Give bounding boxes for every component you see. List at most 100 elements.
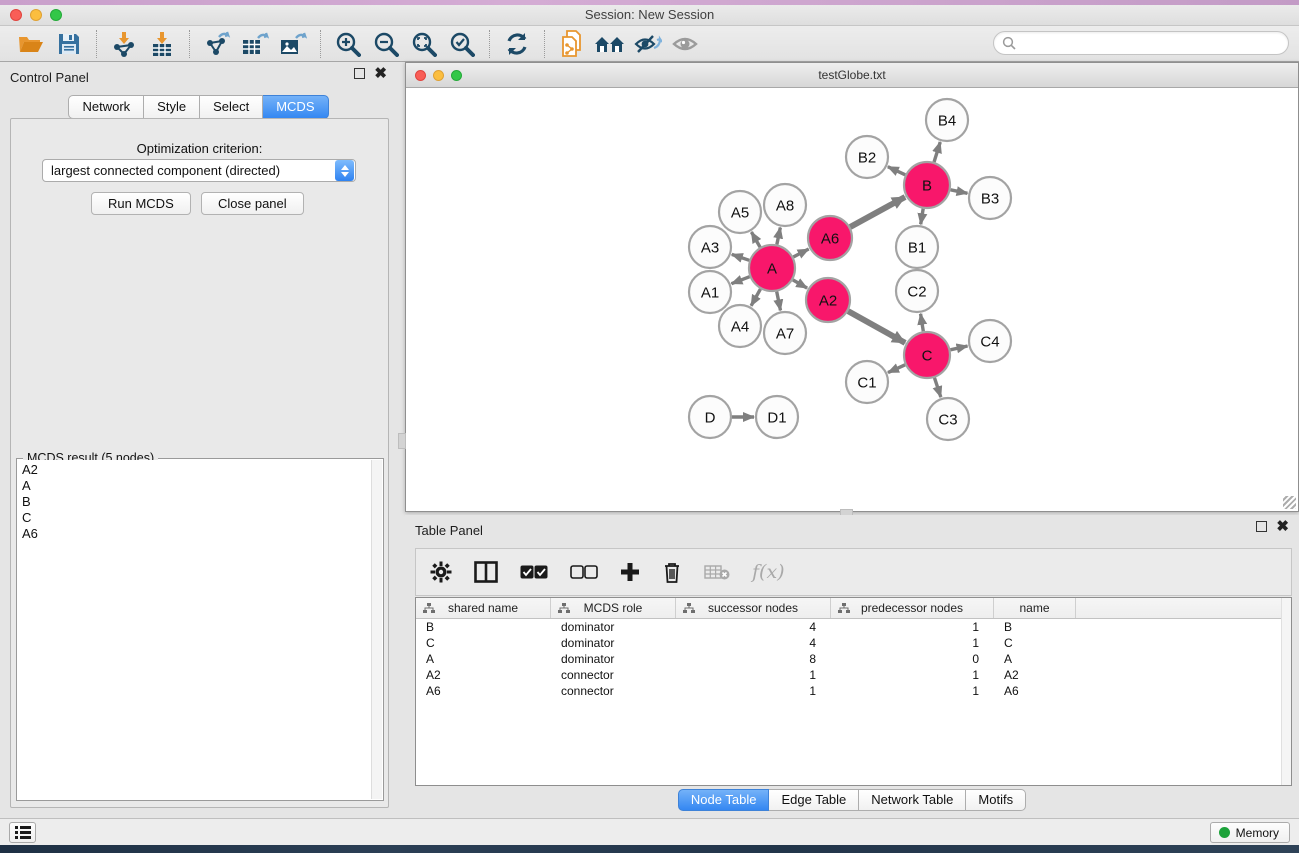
graph-node-B[interactable]: B [904, 162, 950, 208]
graph-node-A2[interactable]: A2 [806, 278, 850, 322]
cell-shared-name[interactable]: A6 [416, 683, 551, 699]
float-table-panel-icon[interactable] [1256, 521, 1267, 532]
graph-node-C2[interactable]: C2 [896, 270, 938, 312]
tab-motifs[interactable]: Motifs [966, 789, 1026, 811]
mcds-result-item[interactable]: C [18, 510, 371, 526]
graph-node-B2[interactable]: B2 [846, 136, 888, 178]
graph-node-B4[interactable]: B4 [926, 99, 968, 141]
graph-node-C3[interactable]: C3 [927, 398, 969, 440]
minimize-view-icon[interactable] [433, 70, 444, 81]
cell-MCDS-role[interactable]: dominator [551, 619, 676, 635]
cell-MCDS-role[interactable]: connector [551, 667, 676, 683]
cell-predecessor-nodes[interactable]: 0 [831, 651, 994, 667]
close-table-panel-icon[interactable]: ✖ [1276, 521, 1289, 532]
add-column-icon[interactable] [620, 562, 640, 582]
graph-edge-A-A2[interactable] [793, 280, 807, 288]
column-header-predecessor-nodes[interactable]: predecessor nodes [831, 598, 994, 618]
table-row[interactable]: A6connector11A6 [416, 683, 1291, 699]
maximize-view-icon[interactable] [451, 70, 462, 81]
cell-name[interactable]: A2 [994, 667, 1076, 683]
column-header-shared-name[interactable]: shared name [416, 598, 551, 618]
close-view-icon[interactable] [415, 70, 426, 81]
graph-edge-A-A5[interactable] [751, 232, 760, 247]
cell-MCDS-role[interactable]: connector [551, 683, 676, 699]
graph-node-A4[interactable]: A4 [719, 305, 761, 347]
tab-network[interactable]: Network [68, 95, 144, 119]
hide-details-icon[interactable] [631, 29, 665, 59]
mcds-result-item[interactable]: A2 [18, 462, 371, 478]
cell-predecessor-nodes[interactable]: 1 [831, 667, 994, 683]
mcds-result-item[interactable]: B [18, 494, 371, 510]
graph-node-C1[interactable]: C1 [846, 361, 888, 403]
graph-node-A6[interactable]: A6 [808, 216, 852, 260]
task-history-button[interactable] [9, 822, 36, 843]
graph-edge-B-B2[interactable] [888, 167, 905, 175]
refresh-icon[interactable] [500, 29, 534, 59]
vertical-splitter-grip[interactable] [398, 433, 406, 449]
run-mcds-button[interactable]: Run MCDS [91, 192, 191, 215]
graph-edge-C-C4[interactable] [950, 346, 967, 350]
graph-node-A5[interactable]: A5 [719, 191, 761, 233]
maximize-window-icon[interactable] [50, 9, 62, 21]
show-details-icon[interactable] [669, 29, 703, 59]
graph-edge-C-C2[interactable] [921, 314, 924, 332]
graph-edge-B-B1[interactable] [921, 209, 924, 225]
export-table-icon[interactable] [238, 29, 272, 59]
settings-gear-icon[interactable] [430, 561, 452, 583]
table-row[interactable]: Cdominator41C [416, 635, 1291, 651]
cell-predecessor-nodes[interactable]: 1 [831, 635, 994, 651]
graph-edge-A-A6[interactable] [793, 249, 808, 257]
zoom-selected-icon[interactable] [445, 29, 479, 59]
delete-icon[interactable] [662, 561, 682, 583]
tab-select[interactable]: Select [200, 95, 263, 119]
cell-successor-nodes[interactable]: 1 [676, 667, 831, 683]
cell-name[interactable]: C [994, 635, 1076, 651]
graph-node-D1[interactable]: D1 [756, 396, 798, 438]
graph-edge-A-A1[interactable] [731, 277, 749, 284]
cell-shared-name[interactable]: A2 [416, 667, 551, 683]
column-header-MCDS-role[interactable]: MCDS role [551, 598, 676, 618]
cell-shared-name[interactable]: A [416, 651, 551, 667]
cell-predecessor-nodes[interactable]: 1 [831, 683, 994, 699]
graph-node-A3[interactable]: A3 [689, 226, 731, 268]
graph-node-D[interactable]: D [689, 396, 731, 438]
close-panel-button[interactable]: Close panel [201, 192, 304, 215]
search-input[interactable] [1016, 33, 1288, 53]
graph-edge-A-A8[interactable] [777, 228, 781, 245]
mcds-result-list[interactable]: A2ABCA6 [18, 460, 371, 799]
mcds-result-item[interactable]: A6 [18, 526, 371, 542]
graph-node-B1[interactable]: B1 [896, 226, 938, 268]
tab-network-table[interactable]: Network Table [859, 789, 966, 811]
cell-MCDS-role[interactable]: dominator [551, 651, 676, 667]
cell-successor-nodes[interactable]: 8 [676, 651, 831, 667]
table-row[interactable]: Bdominator41B [416, 619, 1291, 635]
result-scrollbar[interactable] [371, 460, 382, 799]
cell-MCDS-role[interactable]: dominator [551, 635, 676, 651]
close-panel-icon[interactable]: ✖ [374, 68, 387, 79]
column-header-name[interactable]: name [994, 598, 1076, 618]
optimization-criterion-dropdown[interactable]: largest connected component (directed) [42, 159, 356, 182]
export-network-icon[interactable] [200, 29, 234, 59]
cell-shared-name[interactable]: C [416, 635, 551, 651]
split-columns-icon[interactable] [474, 561, 498, 583]
mcds-result-item[interactable]: A [18, 478, 371, 494]
cell-name[interactable]: A6 [994, 683, 1076, 699]
cell-predecessor-nodes[interactable]: 1 [831, 619, 994, 635]
zoom-in-icon[interactable] [331, 29, 365, 59]
graph-node-A[interactable]: A [749, 245, 795, 291]
float-panel-icon[interactable] [354, 68, 365, 79]
home-layout-icon[interactable] [593, 29, 627, 59]
deselect-all-icon[interactable] [570, 565, 598, 579]
memory-button[interactable]: Memory [1210, 822, 1290, 843]
graph-edge-B-B3[interactable] [951, 190, 968, 194]
zoom-out-icon[interactable] [369, 29, 403, 59]
cell-name[interactable]: B [994, 619, 1076, 635]
window-resize-grip[interactable] [1283, 496, 1296, 509]
table-scrollbar[interactable] [1281, 598, 1291, 785]
delete-table-icon[interactable] [704, 564, 730, 580]
graph-edge-C-C1[interactable] [888, 365, 905, 373]
clone-network-icon[interactable] [555, 29, 589, 59]
table-row[interactable]: Adominator80A [416, 651, 1291, 667]
graph-edge-A-A7[interactable] [777, 292, 781, 311]
open-session-icon[interactable] [14, 29, 48, 59]
